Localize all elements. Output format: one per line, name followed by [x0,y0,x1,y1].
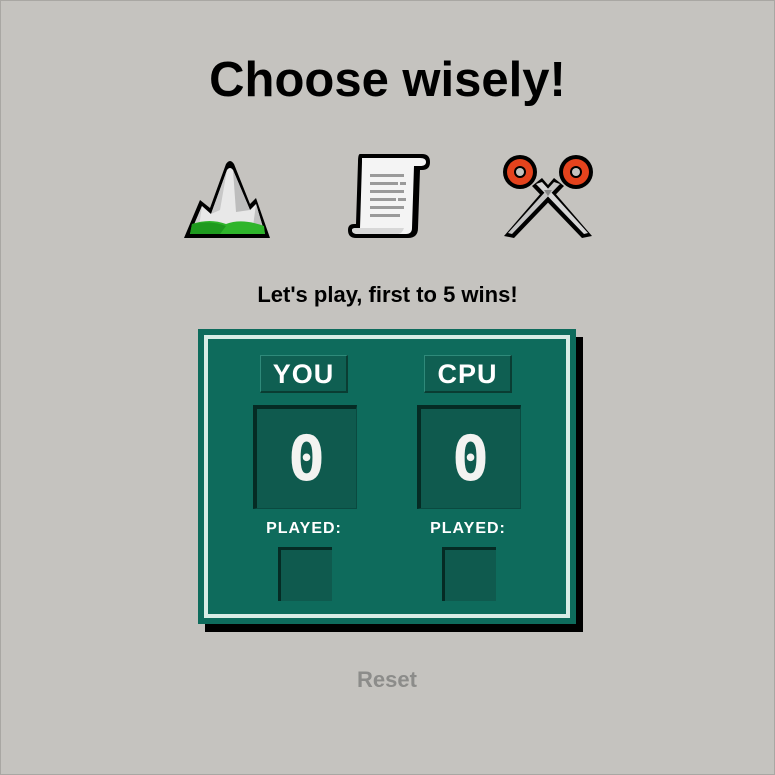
scroll-icon [348,154,430,238]
player-played-label: PLAYED: [266,520,342,537]
cpu-score: 0 [417,405,521,509]
scissors-icon [503,155,593,238]
player-label: YOU [260,355,348,393]
rock-choice-button[interactable] [180,150,272,242]
reset-button[interactable]: Reset [337,664,437,696]
cpu-label: CPU [424,355,512,393]
player-score: 0 [253,405,357,509]
game-status-message: Let's play, first to 5 wins! [257,282,518,307]
paper-choice-button[interactable] [342,150,434,242]
scissors-choice-button[interactable] [502,150,594,242]
page-title: Choose wisely! [209,53,566,107]
cpu-played-choice [442,547,496,601]
mountain-icon [184,161,270,238]
cpu-played-label: PLAYED: [430,520,506,537]
scoreboard: YOU CPU 0 0 PLAYED: PLAYED: [198,329,576,624]
player-played-choice [278,547,332,601]
